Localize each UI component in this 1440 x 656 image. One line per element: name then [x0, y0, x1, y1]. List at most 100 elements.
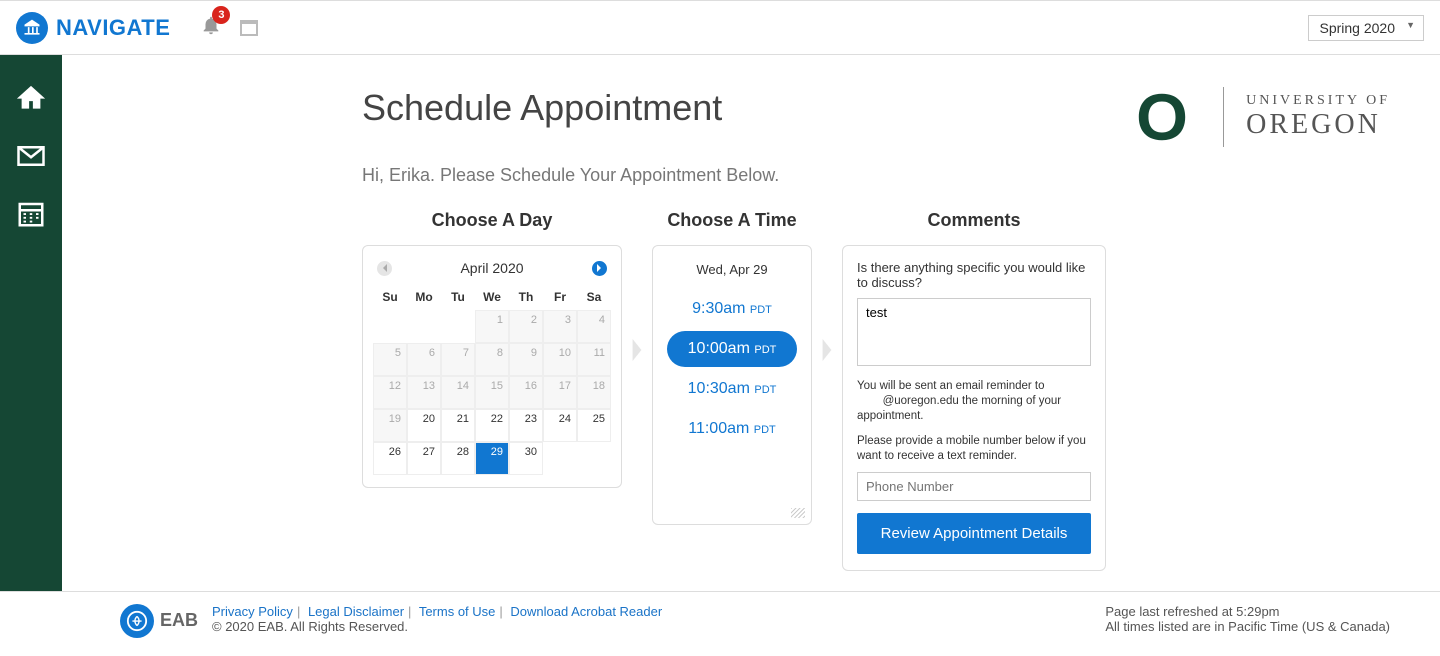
mobile-reminder-text: Please provide a mobile number below if …: [857, 434, 1091, 464]
calendar-dow: We: [475, 284, 509, 310]
terms-link[interactable]: Terms of Use: [419, 604, 496, 619]
comments-card: Is there anything specific you would lik…: [842, 245, 1106, 571]
comments-column: Comments Is there anything specific you …: [842, 210, 1106, 571]
top-bar: NAVIGATE 3 Spring 2020: [0, 0, 1440, 55]
comments-prompt: Is there anything specific you would lik…: [857, 260, 1091, 290]
phone-input[interactable]: [857, 472, 1091, 501]
arrow-separator: [622, 210, 652, 490]
subheading: Hi, Erika. Please Schedule Your Appointm…: [362, 165, 1390, 186]
calendar-day[interactable]: 7: [441, 343, 475, 376]
legal-link[interactable]: Legal Disclaimer: [308, 604, 404, 619]
calendar-day[interactable]: 1: [475, 310, 509, 343]
calendar-day[interactable]: 11: [577, 343, 611, 376]
calendar-prev-button[interactable]: [377, 261, 392, 276]
calendar-dow: Fr: [543, 284, 577, 310]
arrow-separator: [812, 210, 842, 490]
eab-logo-icon: [120, 604, 154, 638]
footer-links: Privacy Policy| Legal Disclaimer| Terms …: [212, 604, 662, 619]
calendar-day[interactable]: 14: [441, 376, 475, 409]
calendar-grid: SuMoTuWeThFrSa12345678910111213141516171…: [373, 284, 611, 475]
calendar-day[interactable]: 18: [577, 376, 611, 409]
time-slot[interactable]: 10:00am PDT: [667, 331, 797, 367]
calendar-day[interactable]: 30: [509, 442, 543, 475]
brand[interactable]: NAVIGATE: [16, 12, 170, 44]
calendar-day[interactable]: 16: [509, 376, 543, 409]
university-logo: UNIVERSITY OF OREGON: [1123, 87, 1390, 147]
email-reminder-text: You will be sent an email reminder to @u…: [857, 379, 1091, 424]
calendar-day[interactable]: 20: [407, 409, 441, 442]
calendar-day: [373, 310, 407, 343]
topbar-icons: 3: [200, 14, 258, 41]
sidebar: [0, 55, 62, 591]
calendar-day: [407, 310, 441, 343]
mini-calendar-icon[interactable]: [240, 20, 258, 36]
home-icon[interactable]: [16, 83, 46, 113]
choose-day-column: Choose A Day April 2020 SuMoTuWeThFrSa12…: [362, 210, 622, 488]
calendar-dow: Tu: [441, 284, 475, 310]
calendar-day[interactable]: 29: [475, 442, 509, 475]
calendar-day[interactable]: 24: [543, 409, 577, 442]
eab-text: EAB: [160, 610, 198, 631]
notification-badge: 3: [212, 6, 230, 24]
calendar-day[interactable]: 4: [577, 310, 611, 343]
calendar-day[interactable]: 17: [543, 376, 577, 409]
calendar-day: [543, 442, 577, 475]
navigate-logo-icon: [16, 12, 48, 44]
calendar-dow: Th: [509, 284, 543, 310]
calendar-day[interactable]: 28: [441, 442, 475, 475]
time-slot[interactable]: 11:00am PDT: [667, 411, 797, 447]
calendar-card: April 2020 SuMoTuWeThFrSa123456789101112…: [362, 245, 622, 488]
calendar-day[interactable]: 22: [475, 409, 509, 442]
review-appointment-button[interactable]: Review Appointment Details: [857, 513, 1091, 554]
acrobat-link[interactable]: Download Acrobat Reader: [510, 604, 662, 619]
calendar-day[interactable]: 27: [407, 442, 441, 475]
selected-date-label: Wed, Apr 29: [659, 262, 805, 277]
main-content: Schedule Appointment UNIVERSITY OF OREGO…: [62, 55, 1440, 591]
comments-title: Comments: [927, 210, 1020, 231]
notifications-button[interactable]: 3: [200, 14, 222, 41]
calendar-day[interactable]: 12: [373, 376, 407, 409]
calendar-day[interactable]: 21: [441, 409, 475, 442]
university-text-bottom: OREGON: [1246, 109, 1390, 141]
calendar-icon[interactable]: [16, 199, 46, 229]
comments-textarea[interactable]: [857, 298, 1091, 366]
privacy-link[interactable]: Privacy Policy: [212, 604, 293, 619]
resize-handle-icon[interactable]: [791, 508, 805, 518]
choose-time-column: Choose A Time Wed, Apr 29 9:30am PDT 10:0…: [652, 210, 812, 525]
calendar-day: [441, 310, 475, 343]
calendar-day[interactable]: 9: [509, 343, 543, 376]
calendar-month-label: April 2020: [460, 260, 523, 276]
calendar-dow: Sa: [577, 284, 611, 310]
time-card: Wed, Apr 29 9:30am PDT 10:00am PDT 10:30am…: [652, 245, 812, 525]
calendar-day[interactable]: 13: [407, 376, 441, 409]
calendar-dow: Su: [373, 284, 407, 310]
page-title: Schedule Appointment: [362, 87, 722, 129]
term-selected-value: Spring 2020: [1319, 20, 1395, 36]
calendar-day[interactable]: 25: [577, 409, 611, 442]
oregon-o-icon: [1123, 88, 1201, 146]
calendar-dow: Mo: [407, 284, 441, 310]
calendar-day[interactable]: 2: [509, 310, 543, 343]
choose-time-title: Choose A Time: [667, 210, 796, 231]
time-slot[interactable]: 10:30am PDT: [667, 371, 797, 407]
eab-logo: EAB: [120, 604, 198, 638]
time-slot[interactable]: 9:30am PDT: [667, 291, 797, 327]
calendar-day[interactable]: 26: [373, 442, 407, 475]
calendar-day[interactable]: 15: [475, 376, 509, 409]
term-select[interactable]: Spring 2020: [1308, 15, 1424, 41]
calendar-next-button[interactable]: [592, 261, 607, 276]
calendar-day[interactable]: 23: [509, 409, 543, 442]
calendar-day[interactable]: 19: [373, 409, 407, 442]
timezone-text: All times listed are in Pacific Time (US…: [1105, 619, 1390, 634]
university-text-top: UNIVERSITY OF: [1246, 93, 1390, 109]
calendar-day[interactable]: 3: [543, 310, 577, 343]
choose-day-title: Choose A Day: [432, 210, 553, 231]
calendar-day[interactable]: 10: [543, 343, 577, 376]
mail-icon[interactable]: [16, 141, 46, 171]
calendar-day[interactable]: 5: [373, 343, 407, 376]
footer-copyright: © 2020 EAB. All Rights Reserved.: [212, 619, 662, 634]
calendar-day[interactable]: 6: [407, 343, 441, 376]
calendar-day[interactable]: 8: [475, 343, 509, 376]
brand-text: NAVIGATE: [56, 15, 170, 41]
footer: EAB Privacy Policy| Legal Disclaimer| Te…: [0, 591, 1440, 656]
